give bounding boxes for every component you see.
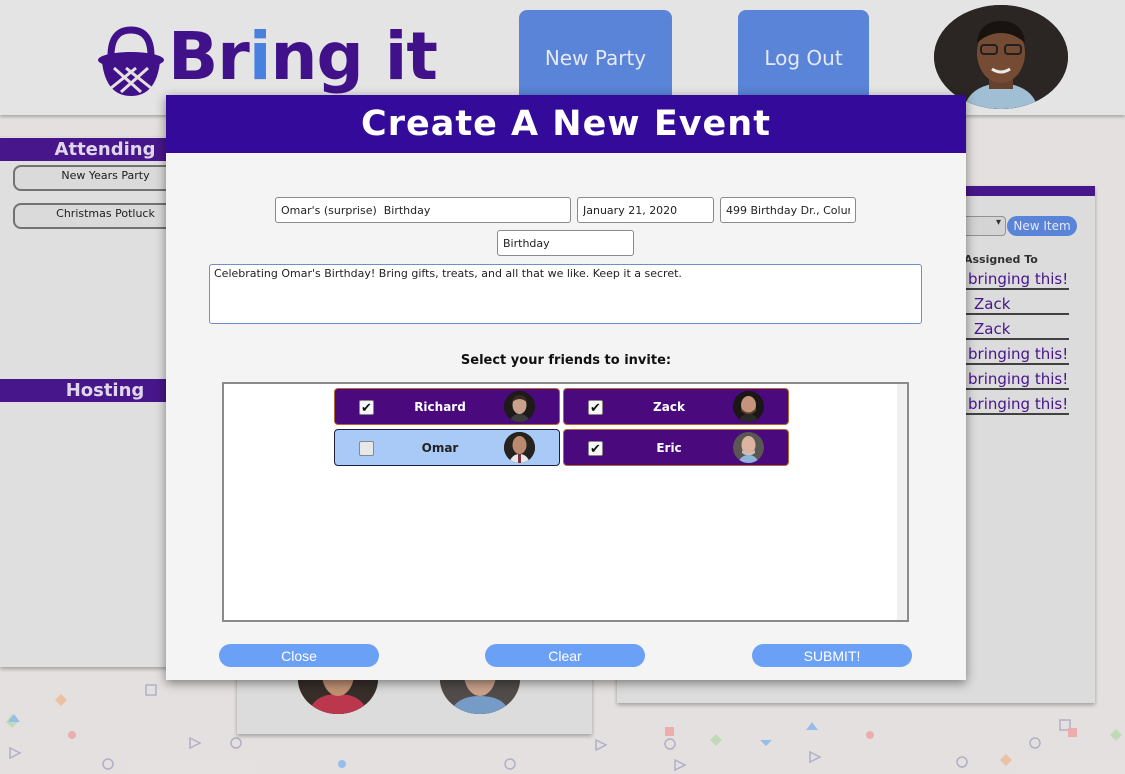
friend-card-richard[interactable]: ✔ Richard bbox=[334, 388, 560, 425]
friend-avatar bbox=[504, 391, 535, 422]
event-name-input[interactable] bbox=[275, 197, 571, 223]
friend-name: Omar bbox=[421, 440, 459, 455]
friend-card-zack[interactable]: ✔ Zack bbox=[563, 388, 789, 425]
event-type-input[interactable] bbox=[497, 230, 634, 256]
create-event-modal: Create A New Event Celebrating Omar's Bi… bbox=[166, 95, 966, 680]
submit-button[interactable]: SUBMIT! bbox=[752, 644, 912, 667]
close-button[interactable]: Close bbox=[219, 644, 379, 667]
friend-checkbox[interactable]: ✔ bbox=[588, 441, 603, 456]
event-address-input[interactable] bbox=[720, 197, 856, 223]
friend-checkbox[interactable] bbox=[359, 441, 374, 456]
clear-button[interactable]: Clear bbox=[485, 644, 645, 667]
event-description-textarea[interactable]: Celebrating Omar's Birthday! Bring gifts… bbox=[209, 264, 922, 324]
modal-title: Create A New Event bbox=[166, 95, 966, 153]
friend-checkbox[interactable]: ✔ bbox=[359, 400, 374, 415]
friend-checkbox[interactable]: ✔ bbox=[588, 400, 603, 415]
friend-avatar bbox=[733, 391, 764, 422]
friend-name: Eric bbox=[656, 440, 682, 455]
friend-card-eric[interactable]: ✔ Eric bbox=[563, 429, 789, 466]
friend-avatar bbox=[504, 432, 535, 463]
friend-avatar bbox=[733, 432, 764, 463]
friend-card-omar[interactable]: Omar bbox=[334, 429, 560, 466]
friends-list: ✔ Richard ✔ Zack Omar ✔ Eric bbox=[222, 382, 909, 622]
friends-scrollbar[interactable] bbox=[897, 384, 907, 620]
event-date-input[interactable] bbox=[577, 197, 714, 223]
friend-name: Zack bbox=[653, 399, 685, 414]
friend-name: Richard bbox=[414, 399, 466, 414]
invite-friends-label: Select your friends to invite: bbox=[460, 353, 672, 368]
